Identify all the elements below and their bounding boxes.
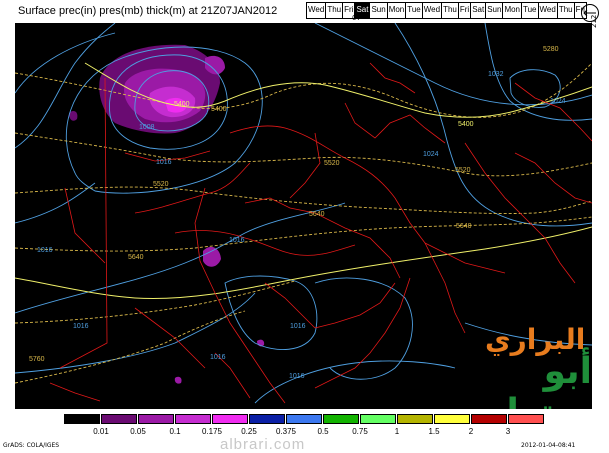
precip-colorbar bbox=[64, 414, 545, 424]
day-button[interactable]: Mon bbox=[388, 3, 407, 18]
pressure-label: 1016 bbox=[290, 323, 306, 330]
day-button[interactable]: Wed bbox=[539, 3, 558, 18]
pressure-label: 1024 bbox=[550, 98, 566, 105]
colorbar-tick: 1 bbox=[394, 427, 400, 436]
day-button[interactable]: Tue bbox=[406, 3, 423, 18]
colorbar-tick: 0.01 bbox=[93, 427, 109, 436]
day-button[interactable]: Sun bbox=[486, 3, 504, 18]
colorbar-tick-labels: 0.01 0.05 0.1 0.175 0.25 0.375 0.5 0.75 1 1.5 2 3 bbox=[64, 427, 584, 439]
day-button[interactable]: Wed bbox=[307, 3, 327, 18]
thickness-label: 5280 bbox=[543, 46, 559, 53]
colorbar-tick: 0.375 bbox=[275, 427, 297, 436]
pressure-label: 1024 bbox=[423, 151, 439, 158]
pressure-label: 1016 bbox=[210, 354, 226, 361]
pressure-label: 1016 bbox=[229, 237, 245, 244]
timestamp: 2012-01-04-08:41 bbox=[521, 442, 576, 449]
day-button[interactable]: Tue bbox=[522, 3, 539, 18]
pressure-label: 1008 bbox=[139, 124, 155, 131]
map-figure: Surface prec(in) pres(mb) thick(m) at 21… bbox=[0, 0, 609, 453]
site-watermark: albrari.com bbox=[220, 436, 306, 453]
thickness-label: 5520 bbox=[324, 160, 340, 167]
day-button[interactable]: Thu bbox=[442, 3, 459, 18]
pressure-label: 1032 bbox=[488, 71, 504, 78]
day-button[interactable]: Sun bbox=[370, 3, 388, 18]
day-button[interactable]: Wed bbox=[423, 3, 443, 18]
logo-text-line2: أبو ميتعاد bbox=[488, 351, 592, 409]
colorbar-swatch bbox=[286, 414, 322, 424]
day-button[interactable]: Mon bbox=[503, 3, 522, 18]
day-selector[interactable]: Wed Thu Fri Sat Sun Mon Tue Wed Thu Fri Sat Sun Mon T… bbox=[306, 2, 587, 19]
precipitation-areas bbox=[69, 44, 265, 384]
pressure-label: 1016 bbox=[37, 247, 53, 254]
colorbar-swatch bbox=[508, 414, 544, 424]
day-button[interactable]: Sat bbox=[471, 3, 487, 18]
colorbar-tick: 0.25 bbox=[241, 427, 257, 436]
colorbar-swatch bbox=[101, 414, 137, 424]
weather-map: 1032 1024 1024 1016 1008 1016 1016 1016 … bbox=[15, 23, 592, 409]
pressure-label: 1016 bbox=[289, 373, 305, 380]
colorbar-tick: 0.175 bbox=[201, 427, 223, 436]
thickness-label: 5400 bbox=[174, 101, 190, 108]
colorbar-swatch bbox=[64, 414, 100, 424]
map-title: Surface prec(in) pres(mb) thick(m) at 21… bbox=[18, 5, 278, 17]
colorbar-swatch bbox=[138, 414, 174, 424]
colorbar-swatch bbox=[323, 414, 359, 424]
colorbar-tick: 1.5 bbox=[428, 427, 440, 436]
thickness-label: 5400 bbox=[211, 106, 227, 113]
pressure-label: 1016 bbox=[156, 159, 172, 166]
thickness-label: 5760 bbox=[29, 356, 45, 363]
thickness-label: 5640 bbox=[309, 211, 325, 218]
colorbar-tick: 0.75 bbox=[352, 427, 368, 436]
colorbar-swatch bbox=[249, 414, 285, 424]
thickness-label: 5400 bbox=[458, 121, 474, 128]
colorbar-tick: 2 bbox=[468, 427, 474, 436]
colorbar-swatch bbox=[360, 414, 396, 424]
colorbar-tick: 0.05 bbox=[130, 427, 146, 436]
thickness-label: 5520 bbox=[455, 167, 471, 174]
day-button[interactable]: Thu bbox=[558, 3, 575, 18]
thickness-label: 5640 bbox=[456, 223, 472, 230]
colorbar-tick: 0.5 bbox=[317, 427, 329, 436]
colorbar-tick: 0.1 bbox=[169, 427, 181, 436]
grads-credit: GrADS: COLA/IGES bbox=[3, 442, 60, 449]
day-button[interactable]: Thu bbox=[326, 3, 344, 18]
colorbar-swatch bbox=[175, 414, 211, 424]
day-button[interactable]: Fri bbox=[459, 3, 472, 18]
pressure-label: 1016 bbox=[73, 323, 89, 330]
active-day-sub-label: 07 bbox=[352, 14, 361, 22]
colorbar-swatch bbox=[397, 414, 433, 424]
colorbar-swatch bbox=[434, 414, 470, 424]
thickness-label: 5520 bbox=[153, 181, 169, 188]
colorbar-swatch bbox=[471, 414, 507, 424]
thickness-label: 5640 bbox=[128, 254, 144, 261]
colorbar-swatch bbox=[212, 414, 248, 424]
colorbar-tick: 3 bbox=[505, 427, 511, 436]
